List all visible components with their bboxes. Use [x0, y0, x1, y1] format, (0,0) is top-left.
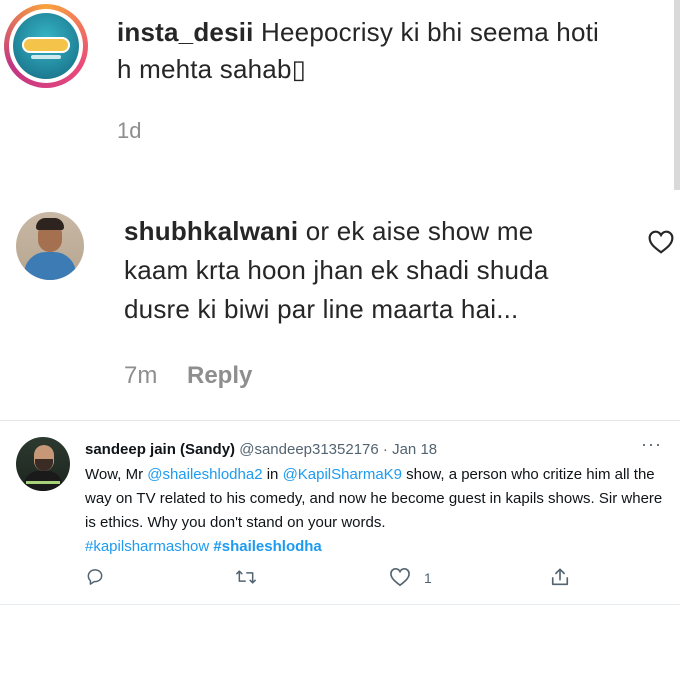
comment-1-text: insta_desii Heepocrisy ki bhi seema hoti…	[117, 14, 657, 88]
scrollbar[interactable]	[674, 0, 680, 190]
instagram-comments: insta_desii Heepocrisy ki bhi seema hoti…	[0, 0, 680, 420]
heart-outline-icon[interactable]	[648, 230, 674, 254]
comment-1-time: 1d	[117, 118, 142, 143]
avatar-sandeep-jain[interactable]	[16, 437, 70, 491]
reply-icon[interactable]	[85, 567, 105, 589]
tweet[interactable]: sandeep jain (Sandy) @sandeep31352176 · …	[0, 421, 680, 605]
comment-2-line2: kaam krta hoon jhan ek shadi shuda	[124, 255, 549, 285]
comment-2-time: 7m	[124, 362, 158, 389]
tweet-date[interactable]: Jan 18	[392, 441, 437, 458]
reply-button[interactable]: Reply	[187, 362, 252, 390]
share-icon[interactable]	[549, 567, 571, 589]
tweet-separator: ·	[382, 441, 388, 458]
hashtag-kapilsharmashow[interactable]: #kapilsharmashow	[85, 538, 209, 555]
mention-shaileshlodha2[interactable]: @shaileshlodha2	[147, 466, 262, 483]
comment-2-text: shubhkalwani or ek aise show me kaam krt…	[124, 212, 624, 329]
divider	[0, 604, 680, 605]
comment-1-line2: h mehta sahab▯	[117, 54, 307, 84]
tweet-handle[interactable]: @sandeep31352176	[239, 441, 379, 458]
like-count: 1	[424, 570, 432, 586]
mention-kapilsharmak9[interactable]: @KapilSharmaK9	[283, 466, 402, 483]
comment-1-username[interactable]: insta_desii	[117, 17, 254, 47]
more-options-icon[interactable]: ···	[641, 434, 662, 455]
tweet-text-part: Wow, Mr	[85, 466, 148, 483]
comment-2-line3: dusre ki biwi par line maarta hai...	[124, 294, 519, 324]
like-icon[interactable]	[389, 567, 411, 589]
tweet-header: sandeep jain (Sandy) @sandeep31352176 · …	[85, 441, 437, 458]
comment-2-username[interactable]: shubhkalwani	[124, 216, 298, 246]
tweet-text-part: in	[262, 466, 283, 483]
hashtag-shaileshlodha[interactable]: #shaileshlodha	[213, 538, 321, 555]
tweet-body: Wow, Mr @shaileshlodha2 in @KapilSharmaK…	[85, 463, 665, 559]
comment-1-line1: Heepocrisy ki bhi seema hoti	[261, 17, 600, 47]
comment-2-line1: or ek aise show me	[305, 216, 534, 246]
avatar-shubhkalwani[interactable]	[16, 212, 84, 280]
tweet-display-name[interactable]: sandeep jain (Sandy)	[85, 441, 235, 458]
tweet-actions: 1	[0, 567, 680, 591]
avatar-insta-desii[interactable]	[4, 4, 88, 88]
retweet-icon[interactable]	[234, 567, 258, 589]
